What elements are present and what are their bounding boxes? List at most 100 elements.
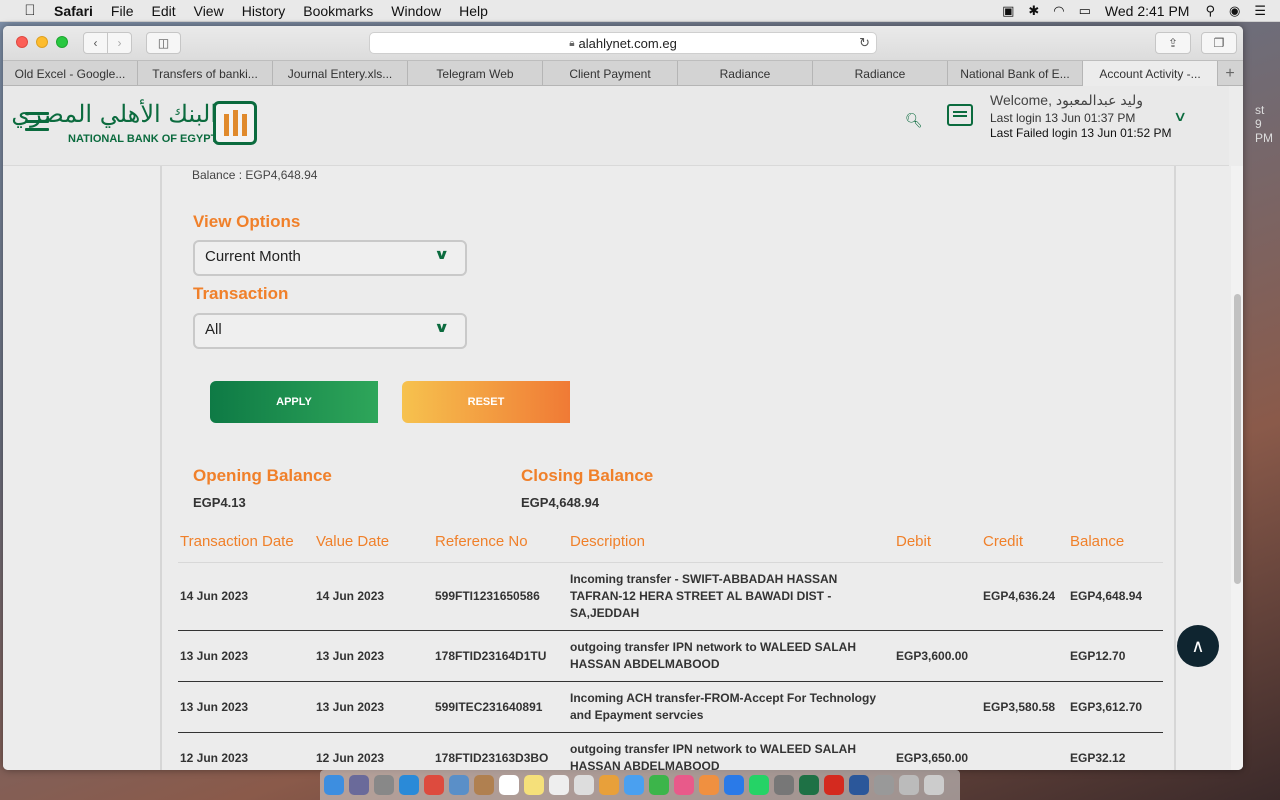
apple-icon[interactable]:  bbox=[20, 2, 40, 19]
tab-journal-entry[interactable]: Journal Entery.xls... bbox=[273, 61, 408, 86]
tab-old-excel[interactable]: Old Excel - Google... bbox=[3, 61, 138, 86]
reference-no: 178FTID23163D3BO bbox=[433, 732, 568, 770]
itunes-icon[interactable] bbox=[674, 775, 694, 795]
reload-icon[interactable]: ↻ bbox=[859, 35, 870, 51]
page-scrollbar-thumb[interactable] bbox=[1234, 294, 1241, 584]
credit bbox=[981, 630, 1068, 682]
siri-icon[interactable]: ◉ bbox=[1229, 3, 1240, 19]
bluetooth-icon[interactable]: ✱ bbox=[1028, 3, 1039, 19]
col-value-date[interactable]: Value Date bbox=[314, 521, 433, 563]
tab-national-bank[interactable]: National Bank of E... bbox=[948, 61, 1083, 86]
documents-icon[interactable] bbox=[899, 775, 919, 795]
menu-view[interactable]: View bbox=[194, 3, 224, 19]
minimize-window-button[interactable] bbox=[36, 36, 48, 48]
menu-bookmarks[interactable]: Bookmarks bbox=[303, 3, 373, 19]
share-icon[interactable]: ⇪ bbox=[1155, 32, 1191, 54]
notes-icon[interactable] bbox=[524, 775, 544, 795]
messages-icon[interactable] bbox=[947, 104, 973, 126]
col-debit[interactable]: Debit bbox=[894, 521, 981, 563]
debit: EGP3,600.00 bbox=[894, 630, 981, 682]
close-window-button[interactable] bbox=[16, 36, 28, 48]
menu-edit[interactable]: Edit bbox=[151, 3, 175, 19]
back-button[interactable]: ‹ bbox=[83, 32, 108, 54]
forward-button[interactable]: › bbox=[107, 32, 132, 54]
web-content: البنك الأهلي المصري NATIONAL BANK OF EGY… bbox=[3, 86, 1243, 770]
siri-icon[interactable] bbox=[349, 775, 369, 795]
tab-transfers[interactable]: Transfers of banki... bbox=[138, 61, 273, 86]
word-icon[interactable] bbox=[849, 775, 869, 795]
closing-balance-label: Closing Balance bbox=[521, 466, 654, 485]
menu-window[interactable]: Window bbox=[391, 3, 441, 19]
scroll-to-top-button[interactable]: ∧ bbox=[1177, 625, 1219, 667]
value-date: 14 Jun 2023 bbox=[314, 562, 433, 631]
menu-history[interactable]: History bbox=[242, 3, 286, 19]
search-icon[interactable]: 🔍︎ bbox=[905, 112, 923, 129]
apply-button[interactable]: APPLY bbox=[210, 381, 378, 423]
ibooks-icon[interactable] bbox=[699, 775, 719, 795]
menu-help[interactable]: Help bbox=[459, 3, 488, 19]
chrome-icon[interactable] bbox=[424, 775, 444, 795]
tab-radiance-1[interactable]: Radiance bbox=[678, 61, 813, 86]
sidebar-toggle-icon[interactable]: ◫ bbox=[146, 32, 181, 54]
url-text: alahlynet.com.eg bbox=[578, 35, 677, 51]
launchpad-icon[interactable] bbox=[374, 775, 394, 795]
table-row: 14 Jun 2023 14 Jun 2023 599FTI1231650586… bbox=[178, 562, 1163, 631]
show-tabs-icon[interactable]: ❐ bbox=[1201, 32, 1237, 54]
new-tab-button[interactable]: + bbox=[1218, 61, 1242, 86]
view-options-select[interactable]: Current Month ∨ bbox=[193, 240, 467, 276]
calendar-icon[interactable] bbox=[499, 775, 519, 795]
battery-icon[interactable]: ▭ bbox=[1079, 3, 1091, 19]
chevron-down-icon[interactable]: ∨ bbox=[1173, 108, 1187, 125]
col-reference-no[interactable]: Reference No bbox=[433, 521, 568, 563]
trash-icon[interactable] bbox=[924, 775, 944, 795]
balance: EGP4,648.94 bbox=[1068, 562, 1163, 631]
address-bar[interactable]: 🔒︎ alahlynet.com.eg ↻ bbox=[369, 32, 877, 54]
app-store-icon[interactable] bbox=[724, 775, 744, 795]
desktop-partial-line: st bbox=[1255, 103, 1265, 117]
preview-icon[interactable] bbox=[449, 775, 469, 795]
menu-file[interactable]: File bbox=[111, 3, 134, 19]
wifi-icon[interactable]: ◠ bbox=[1053, 3, 1064, 19]
col-transaction-date[interactable]: Transaction Date bbox=[178, 521, 314, 563]
downloads-icon[interactable] bbox=[874, 775, 894, 795]
desktop-partial-line: 9 PM bbox=[1255, 117, 1273, 145]
reminders-icon[interactable] bbox=[549, 775, 569, 795]
reference-no: 599FTI1231650586 bbox=[433, 562, 568, 631]
whatsapp-icon[interactable] bbox=[749, 775, 769, 795]
transaction-date: 13 Jun 2023 bbox=[178, 681, 314, 733]
desktop-partial-label: st 9 PM bbox=[1255, 103, 1280, 145]
tab-account-activity[interactable]: Account Activity -... bbox=[1083, 61, 1218, 86]
acrobat-icon[interactable] bbox=[824, 775, 844, 795]
keyboard-input-icon[interactable]: ▣ bbox=[1002, 3, 1014, 19]
system-preferences-icon[interactable] bbox=[774, 775, 794, 795]
reset-button[interactable]: RESET bbox=[402, 381, 570, 423]
col-balance[interactable]: Balance bbox=[1068, 521, 1163, 563]
value-date: 12 Jun 2023 bbox=[314, 732, 433, 770]
transaction-select[interactable]: All ∨ bbox=[193, 313, 467, 349]
notification-center-icon[interactable]: ☰ bbox=[1254, 3, 1266, 19]
safari-icon[interactable] bbox=[399, 775, 419, 795]
status-area: ▣ ✱ ◠ ▭ Wed 2:41 PM ⚲ ◉ ☰ bbox=[1002, 0, 1280, 22]
reference-no: 599ITEC231640891 bbox=[433, 681, 568, 733]
excel-icon[interactable] bbox=[799, 775, 819, 795]
tab-client-payment[interactable]: Client Payment bbox=[543, 61, 678, 86]
spotlight-search-icon[interactable]: ⚲ bbox=[1205, 3, 1215, 19]
messages-icon[interactable] bbox=[624, 775, 644, 795]
contacts-icon[interactable] bbox=[474, 775, 494, 795]
col-credit[interactable]: Credit bbox=[981, 521, 1068, 563]
col-description[interactable]: Description bbox=[568, 521, 894, 563]
logo-english-text: NATIONAL BANK OF EGYPT bbox=[68, 133, 218, 145]
account-activity-panel: Balance : EGP4,648.94 View Options Curre… bbox=[160, 166, 1176, 770]
textedit-icon[interactable] bbox=[574, 775, 594, 795]
account-balance-text: Balance : EGP4,648.94 bbox=[192, 168, 318, 182]
finder-icon[interactable] bbox=[324, 775, 344, 795]
facetime-icon[interactable] bbox=[649, 775, 669, 795]
transactions-table: Transaction Date Value Date Reference No… bbox=[178, 521, 1163, 770]
menu-safari[interactable]: Safari bbox=[54, 3, 93, 19]
menu-clock[interactable]: Wed 2:41 PM bbox=[1105, 3, 1190, 19]
tab-radiance-2[interactable]: Radiance bbox=[813, 61, 948, 86]
transaction-date: 13 Jun 2023 bbox=[178, 630, 314, 682]
tab-telegram[interactable]: Telegram Web bbox=[408, 61, 543, 86]
zoom-window-button[interactable] bbox=[56, 36, 68, 48]
photos-icon[interactable] bbox=[599, 775, 619, 795]
